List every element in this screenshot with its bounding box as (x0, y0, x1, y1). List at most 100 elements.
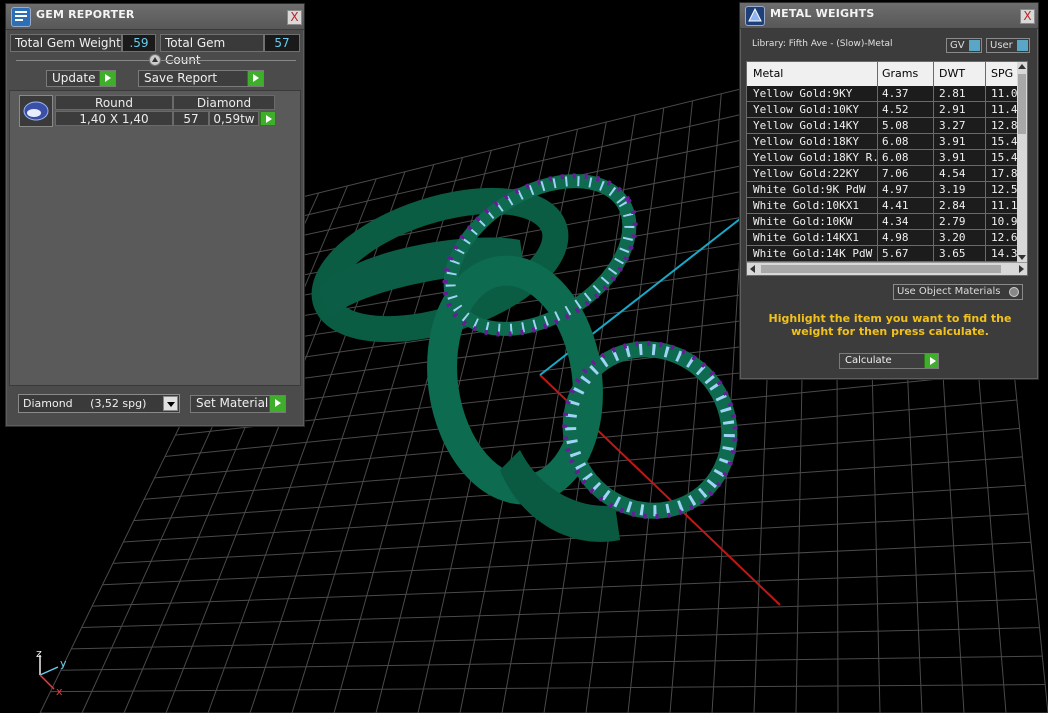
grams-cell: 4.41 (882, 199, 909, 212)
table-row[interactable]: White Gold:10KX1 4.41 2.84 11.18 (747, 198, 1021, 214)
dwt-cell: 2.81 (939, 87, 966, 100)
metal-name-cell: Yellow Gold:14KY (753, 119, 859, 132)
metal-name-cell: Yellow Gold:10KY (753, 103, 859, 116)
grams-cell: 4.97 (882, 183, 909, 196)
material-select[interactable]: Diamond (3,52 spg) (18, 394, 180, 413)
dwt-cell: 4.54 (939, 167, 966, 180)
gv-toggle-indicator (969, 40, 980, 51)
table-row[interactable]: Yellow Gold:10KY 4.52 2.91 11.45 (747, 102, 1021, 118)
scroll-right-icon[interactable] (1019, 265, 1024, 273)
scroll-up-icon[interactable] (1018, 64, 1026, 69)
dwt-cell: 3.19 (939, 183, 966, 196)
metal-name-cell: Yellow Gold:9KY (753, 87, 853, 100)
metal-weights-panel: METAL WEIGHTS X Library: Fifth Ave - (Sl… (739, 2, 1039, 380)
collapse-icon[interactable] (149, 54, 161, 66)
table-row[interactable]: White Gold:9K PdW 4.97 3.19 12.59 (747, 182, 1021, 198)
gem-reporter-panel: GEM REPORTER X Total Gem Weight .59 Tota… (5, 3, 305, 427)
gem-row[interactable]: Round Diamond 1,40 X 1,40 57 0,59tw (15, 95, 285, 129)
grams-cell: 5.08 (882, 119, 909, 132)
metal-weights-table[interactable]: Metal Grams DWT SPG Yellow Gold:9KY 4.37 2… (746, 61, 1028, 276)
gem-stone-header: Diamond (173, 95, 275, 110)
hint-text: Highlight the item you want to find the … (768, 312, 1012, 338)
col-metal-header[interactable]: Metal (753, 67, 783, 80)
user-toggle-label: User (990, 40, 1013, 51)
gem-reporter-title: GEM REPORTER (36, 8, 135, 21)
radio-icon (1009, 287, 1019, 297)
dwt-cell: 2.84 (939, 199, 966, 212)
gem-count: 57 (173, 111, 209, 126)
gem-reporter-app-icon (11, 7, 31, 27)
col-divider (877, 62, 878, 262)
total-gem-weight-value: .59 (122, 34, 156, 52)
metal-name-cell: White Gold:10KX1 (753, 199, 859, 212)
material-select-value: Diamond (3,52 spg) (23, 397, 147, 410)
use-object-materials-label: Use Object Materials (897, 286, 1001, 297)
update-arrow-icon (99, 71, 115, 86)
scroll-down-icon[interactable] (1018, 255, 1026, 260)
grams-cell: 5.67 (882, 247, 909, 260)
metal-weights-app-icon (745, 6, 765, 26)
dwt-cell: 2.91 (939, 103, 966, 116)
scroll-left-icon[interactable] (750, 265, 755, 273)
col-spg-header[interactable]: SPG (991, 67, 1013, 80)
gem-weight: 0,59tw (209, 111, 259, 126)
total-gem-weight-label: Total Gem Weight (10, 34, 122, 52)
metal-name-cell: Yellow Gold:18KY R... (753, 151, 877, 164)
metal-weights-titlebar[interactable]: METAL WEIGHTS X (740, 3, 1038, 29)
gem-reporter-titlebar[interactable]: GEM REPORTER X (6, 4, 304, 30)
vertical-scrollbar[interactable] (1017, 62, 1027, 262)
use-object-materials-checkbox[interactable]: Use Object Materials (893, 284, 1023, 300)
col-grams-header[interactable]: Grams (882, 67, 918, 80)
table-row[interactable]: Yellow Gold:18KY 6.08 3.91 15.41 (747, 134, 1021, 150)
chevron-down-icon (163, 396, 178, 411)
table-row[interactable]: Yellow Gold:14KY 5.08 3.27 12.88 (747, 118, 1021, 134)
grams-cell: 7.06 (882, 167, 909, 180)
set-material-button-label: Set Material (196, 396, 269, 410)
gv-toggle[interactable]: GV (946, 38, 982, 53)
table-row[interactable]: Yellow Gold:22KY 7.06 4.54 17.89 (747, 166, 1021, 182)
grams-cell: 4.52 (882, 103, 909, 116)
set-material-button[interactable]: Set Material (190, 395, 286, 413)
calculate-button[interactable]: Calculate (839, 353, 939, 369)
table-row[interactable]: White Gold:14K PdW 5.67 3.65 14.37 (747, 246, 1021, 262)
scroll-thumb[interactable] (1018, 74, 1026, 134)
user-toggle-indicator (1017, 40, 1028, 51)
metal-name-cell: White Gold:10KW (753, 215, 853, 228)
gv-toggle-label: GV (950, 40, 965, 51)
gem-size: 1,40 X 1,40 (55, 111, 173, 126)
table-row[interactable]: Yellow Gold:18KY R...6.083.9115.41 (747, 150, 1021, 166)
set-material-arrow-icon (269, 396, 285, 412)
hscroll-thumb[interactable] (761, 265, 1001, 273)
save-report-button-label: Save Report (144, 71, 218, 85)
gem-reporter-close-icon[interactable]: X (287, 10, 302, 25)
col-divider (933, 62, 934, 262)
table-row[interactable]: White Gold:10KW 4.34 2.79 10.99 (747, 214, 1021, 230)
metal-weights-close-icon[interactable]: X (1020, 9, 1035, 24)
update-button-label: Update (52, 71, 96, 85)
calculate-button-label: Calculate (845, 355, 892, 366)
user-toggle[interactable]: User (986, 38, 1030, 53)
total-gem-count-label: Total Gem Count (160, 34, 264, 67)
axis-gizmo: z y x (36, 647, 67, 698)
update-button[interactable]: Update (46, 70, 116, 87)
gem-row-go-icon[interactable] (260, 111, 276, 126)
metal-name-cell: Yellow Gold:22KY (753, 167, 859, 180)
grams-cell: 6.08 (882, 151, 909, 164)
metal-name-cell: Yellow Gold:18KY (753, 135, 859, 148)
total-gem-count-value: 57 (264, 34, 300, 52)
axis-z-label: z (36, 647, 42, 660)
calculate-arrow-icon (924, 354, 938, 368)
metal-weights-table-header: Metal Grams DWT SPG (747, 62, 1019, 86)
col-dwt-header[interactable]: DWT (939, 67, 965, 80)
table-row[interactable]: Yellow Gold:9KY 4.37 2.81 11.08 (747, 86, 1021, 102)
metal-name-cell: White Gold:14K PdW (753, 247, 873, 260)
table-row[interactable]: White Gold:14KX1 4.98 3.20 12.61 (747, 230, 1021, 246)
dwt-cell: 3.91 (939, 135, 966, 148)
dwt-cell: 3.27 (939, 119, 966, 132)
horizontal-scrollbar[interactable] (747, 262, 1027, 275)
axis-y-label: y (60, 657, 67, 670)
save-report-button[interactable]: Save Report (138, 70, 264, 87)
grams-cell: 6.08 (882, 135, 909, 148)
grams-cell: 4.98 (882, 231, 909, 244)
dwt-cell: 2.79 (939, 215, 966, 228)
